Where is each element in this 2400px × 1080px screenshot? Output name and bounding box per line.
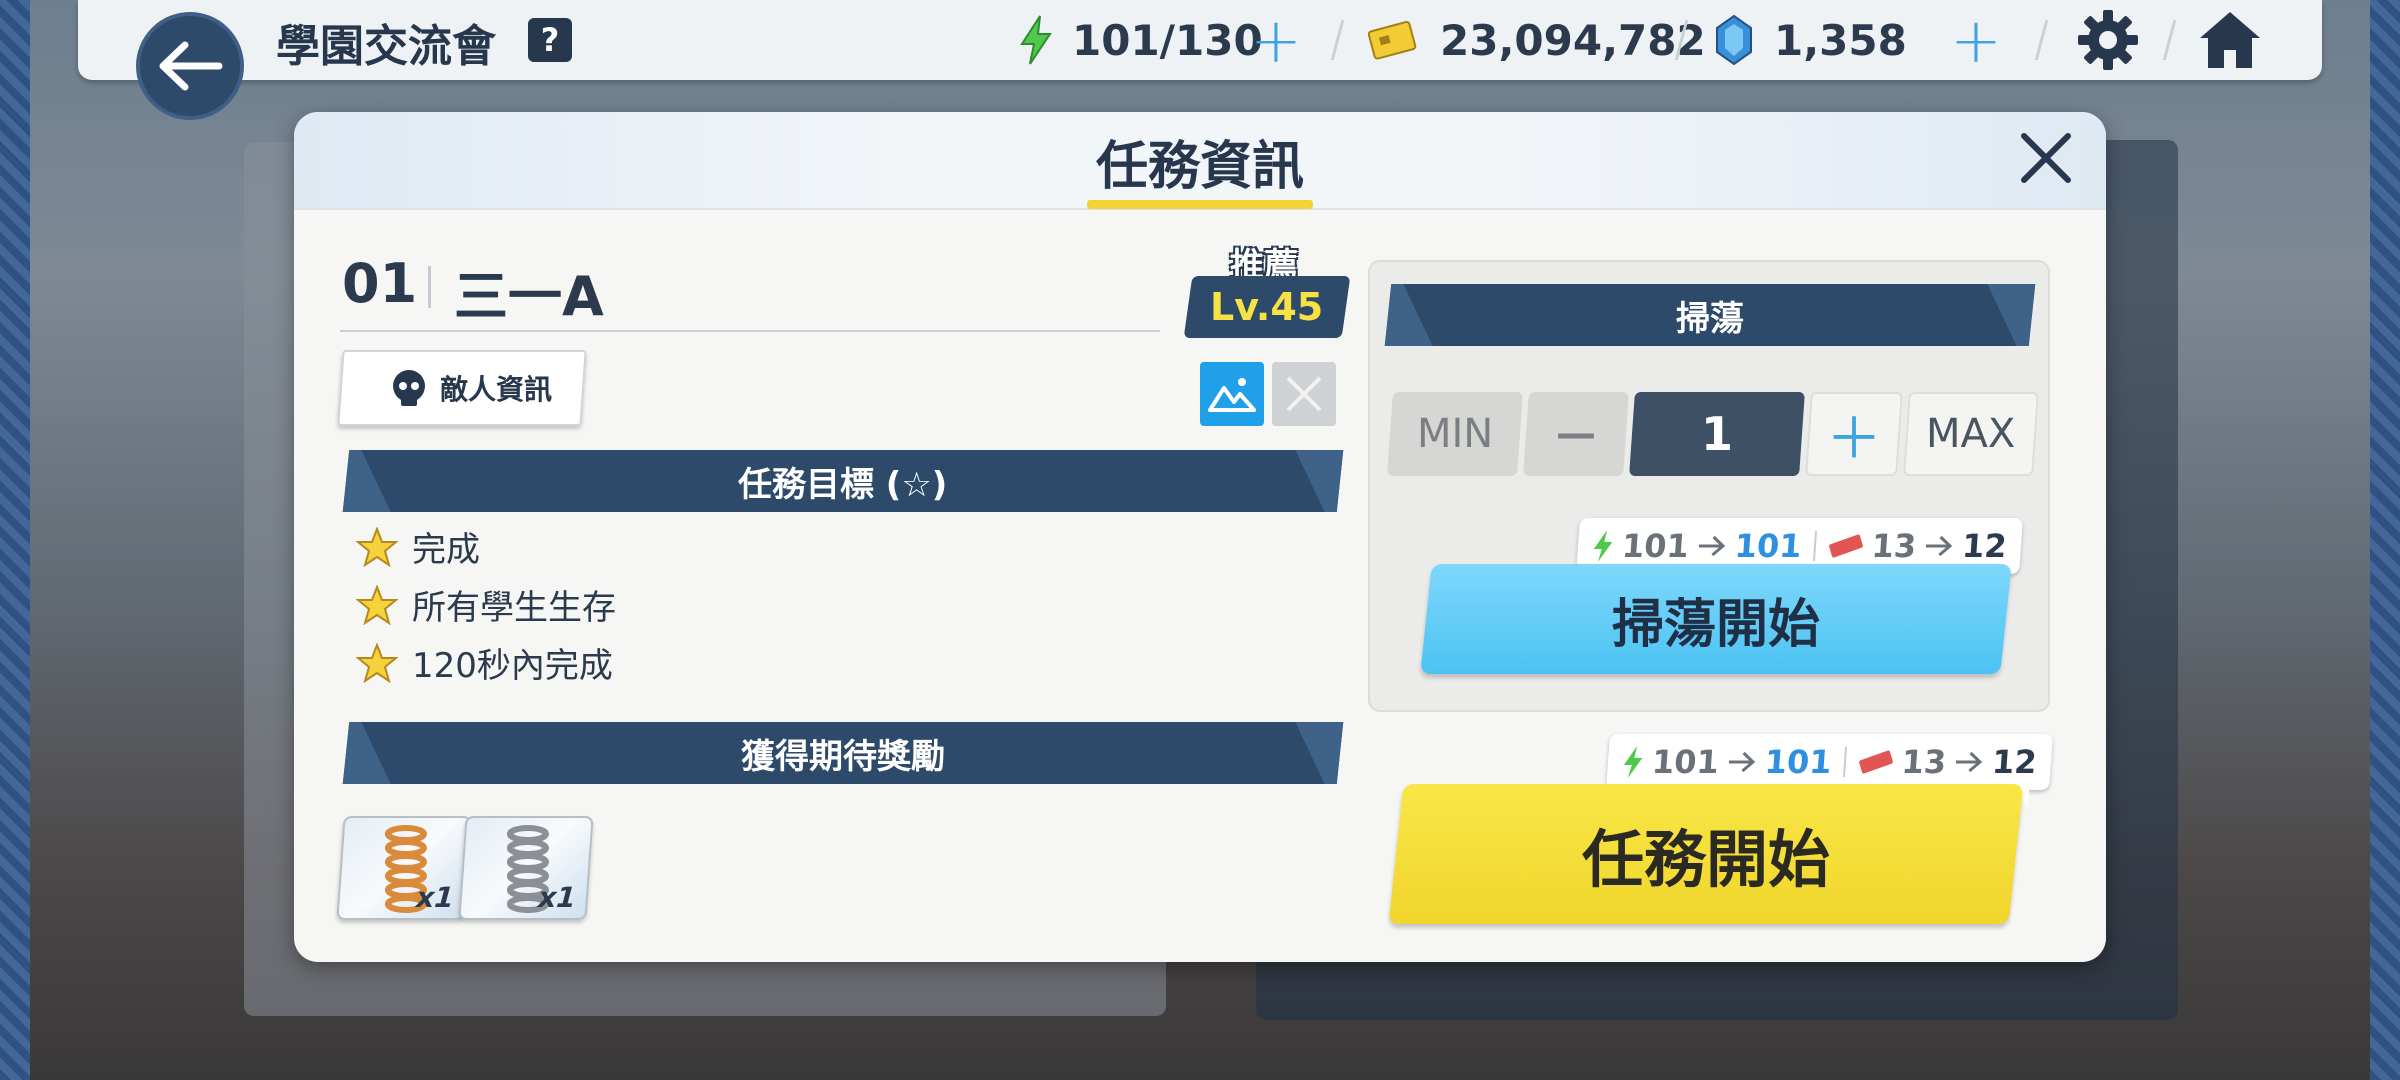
objective-item: 完成 (356, 522, 480, 571)
divider (340, 330, 1160, 332)
close-icon (2021, 133, 2071, 183)
sweep-max-button[interactable]: MAX (1903, 392, 2039, 476)
skull-icon (393, 370, 425, 406)
sweep-start-button[interactable]: 掃蕩開始 (1420, 564, 2012, 674)
star-icon (356, 642, 398, 683)
mission-start-button[interactable]: 任務開始 (1388, 784, 2024, 924)
star-icon (356, 526, 398, 567)
close-icon (1286, 376, 1322, 412)
ap-bolt-icon (1623, 746, 1643, 778)
ap-counter: 101/130 (1072, 15, 1263, 65)
star-icon (356, 584, 398, 625)
divider (428, 266, 431, 308)
gear-icon[interactable] (2076, 8, 2140, 72)
enemy-info-label: 敵人資訊 (440, 373, 553, 406)
reward-item[interactable]: x1 (336, 816, 472, 920)
sweep-count-display: 1 (1629, 392, 1805, 476)
terrain-button[interactable] (1200, 362, 1264, 426)
mission-info-dialog: 任務資訊 01 三一A 推薦 Lv.45 敵人資訊 任務目標 (☆) 完成 所有… (294, 112, 2106, 962)
arrow-right-icon (1956, 751, 1983, 773)
back-arrow-icon (159, 41, 223, 91)
objective-text: 完成 (412, 530, 480, 570)
sweep-start-label: 掃蕩開始 (1611, 594, 1820, 655)
page-title: 學園交流會 (276, 21, 496, 72)
home-icon[interactable] (2196, 8, 2264, 72)
arrow-right-icon (1698, 535, 1726, 557)
gem-icon (1716, 14, 1752, 66)
credits-counter: 23,094,782 (1440, 15, 1706, 65)
objective-text: 所有學生生存 (412, 588, 616, 628)
ticket-icon (1828, 534, 1863, 558)
objective-item: 所有學生生存 (356, 580, 616, 629)
gems-counter: 1,358 (1774, 15, 1907, 65)
recommended-level-badge: Lv.45 (1183, 276, 1351, 338)
sweep-header-label: 掃蕩 (1676, 298, 1744, 339)
close-button[interactable] (2014, 126, 2078, 190)
objective-text: 120秒內完成 (412, 646, 613, 686)
title-underline (1087, 200, 1313, 209)
sweep-header: 掃蕩 (1384, 284, 2036, 346)
rewards-header-label: 獲得期待獎勵 (741, 736, 945, 777)
disabled-option-button[interactable] (1272, 362, 1336, 426)
recommended-level: Lv.45 (1210, 285, 1324, 329)
sweep-min-button[interactable]: MIN (1387, 392, 1523, 476)
help-icon[interactable]: ? (528, 18, 572, 62)
ticket-icon (1858, 750, 1893, 774)
reward-quantity: x1 (415, 881, 456, 914)
sweep-minus-button[interactable]: — (1523, 392, 1629, 476)
objectives-header: 任務目標 (☆) (342, 450, 1344, 512)
objectives-header-label: 任務目標 (☆) (738, 464, 948, 505)
ap-bolt-icon (1593, 530, 1613, 562)
enemy-info-button[interactable]: 敵人資訊 (337, 350, 587, 426)
ap-bolt-icon (1020, 15, 1052, 65)
rewards-header: 獲得期待獎勵 (342, 722, 1344, 784)
back-button[interactable] (136, 12, 244, 120)
mission-cost-bubble: 101 101 13 12 (1606, 734, 2053, 790)
sweep-plus-button[interactable]: ＋ (1805, 392, 1903, 476)
ap-add-button[interactable]: + (1250, 10, 1302, 72)
arrow-right-icon (1926, 535, 1953, 557)
stage-name: 三一A (454, 265, 604, 328)
gems-add-button[interactable]: + (1950, 10, 2002, 72)
objective-item: 120秒內完成 (356, 638, 613, 687)
mission-start-label: 任務開始 (1581, 823, 1830, 896)
arrow-right-icon (1728, 751, 1756, 773)
reward-quantity: x1 (537, 881, 578, 914)
stage-number: 01 (342, 252, 418, 315)
landscape-icon (1208, 378, 1256, 412)
credit-card-icon (1368, 20, 1417, 60)
reward-item[interactable]: x1 (458, 816, 594, 920)
dialog-title: 任務資訊 (1095, 137, 1304, 197)
